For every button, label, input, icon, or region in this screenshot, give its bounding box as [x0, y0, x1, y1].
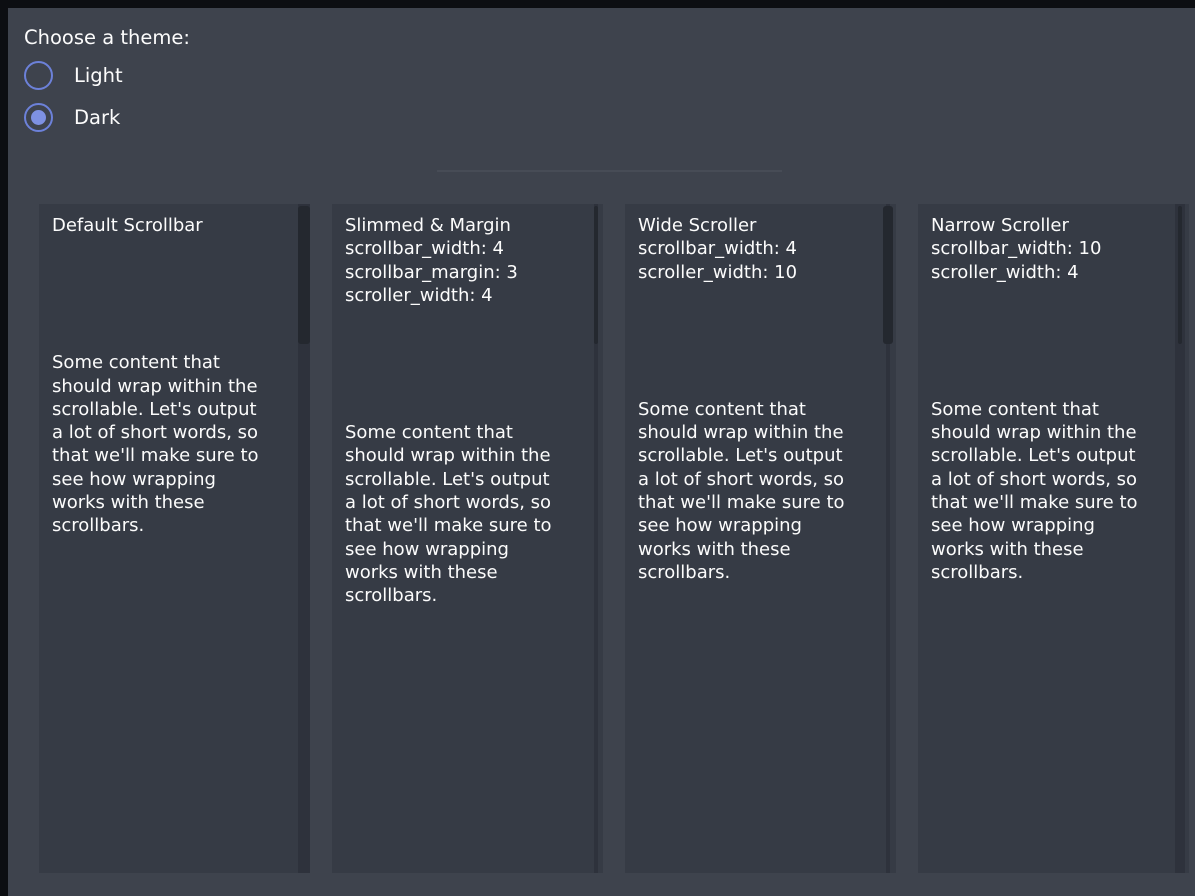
- panel-body-text: Some content that should wrap within the…: [345, 421, 590, 607]
- panel-header: Slimmed & Margin scrollbar_width: 4 scro…: [345, 214, 590, 307]
- panel-body-text: Some content that should wrap within the…: [52, 351, 297, 537]
- scrollable-panel-narrow-scroller[interactable]: Narrow Scroller scrollbar_width: 10 scro…: [918, 204, 1189, 873]
- scrollbar-thumb[interactable]: [1178, 206, 1182, 344]
- theme-chooser-label: Choose a theme:: [24, 25, 1195, 51]
- radio-dark-label: Dark: [74, 106, 120, 129]
- panel-header: Wide Scroller scrollbar_width: 4 scrolle…: [638, 214, 883, 284]
- scrollbar-thumb[interactable]: [883, 206, 893, 344]
- radio-light-icon[interactable]: [24, 61, 53, 90]
- radio-dot: [31, 110, 46, 125]
- radio-option-light[interactable]: Light: [24, 61, 123, 90]
- radio-light-label: Light: [74, 64, 123, 87]
- radio-dot: [31, 68, 46, 83]
- panel-body-text: Some content that should wrap within the…: [931, 398, 1176, 584]
- theme-chooser: Choose a theme: Light Dark: [24, 25, 1195, 132]
- panel-header: Default Scrollbar: [52, 214, 297, 237]
- panel-header: Narrow Scroller scrollbar_width: 10 scro…: [931, 214, 1176, 284]
- radio-dark-icon[interactable]: [24, 103, 53, 132]
- app-window: Choose a theme: Light Dark Default Scrol…: [8, 8, 1195, 873]
- scrollbar-thumb[interactable]: [298, 206, 310, 344]
- scrollable-panel-slimmed-margin[interactable]: Slimmed & Margin scrollbar_width: 4 scro…: [332, 204, 603, 873]
- scrollable-panel-default[interactable]: Default Scrollbar Some content that shou…: [39, 204, 310, 873]
- section-divider: [437, 170, 782, 172]
- scrollbar-thumb[interactable]: [594, 206, 598, 344]
- panel-body-text: Some content that should wrap within the…: [638, 398, 883, 584]
- scrollable-panel-wide-scroller[interactable]: Wide Scroller scrollbar_width: 4 scrolle…: [625, 204, 896, 873]
- radio-option-dark[interactable]: Dark: [24, 103, 120, 132]
- scrollable-columns: Default Scrollbar Some content that shou…: [39, 204, 1195, 873]
